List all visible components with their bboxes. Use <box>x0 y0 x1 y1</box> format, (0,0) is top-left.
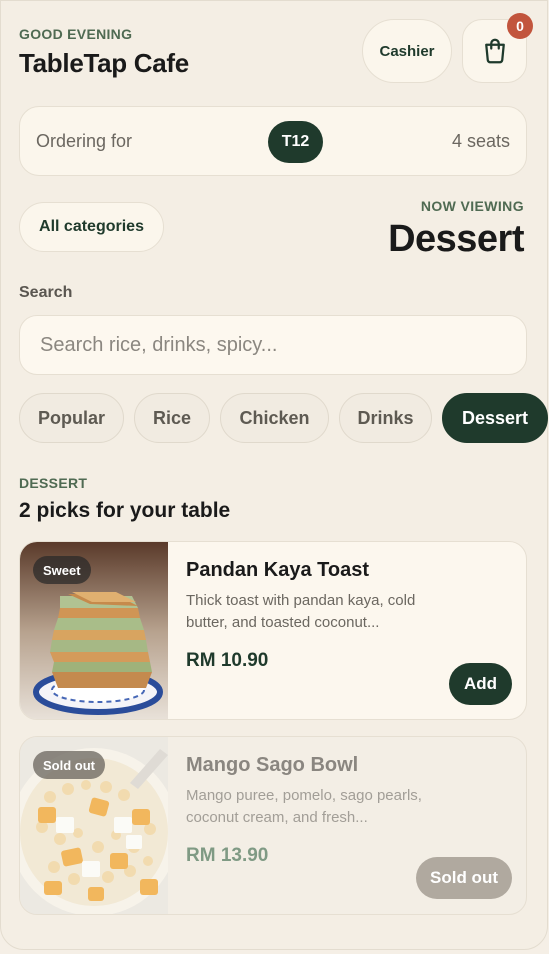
menu-item-card: Sold out Mango Sago Bowl Mango puree, po… <box>19 736 527 915</box>
item-description: Thick toast with pandan kaya, cold butte… <box>186 592 416 631</box>
seats-count: 4 seats <box>451 131 510 151</box>
sold-out-badge: Sold out <box>33 751 105 779</box>
item-name: Pandan Kaya Toast <box>186 559 370 581</box>
search-input[interactable] <box>19 315 527 375</box>
chip-popular[interactable]: Popular <box>19 393 124 443</box>
chip-rice[interactable]: Rice <box>134 393 210 443</box>
chip-dessert[interactable]: Dessert <box>442 393 548 443</box>
menu-item-card[interactable]: Sweet Pandan Kaya Toast Thick toast with… <box>19 541 527 720</box>
ordering-card: Ordering for T12 4 seats <box>19 106 527 176</box>
item-price: RM 13.90 <box>186 845 269 866</box>
shopping-bag-icon <box>484 38 505 64</box>
item-badge: Sweet <box>33 556 91 584</box>
item-description: Mango puree, pomelo, sago pearls, coconu… <box>186 787 422 826</box>
header: GOOD EVENING TableTap Cafe <box>19 26 189 79</box>
app-title: TableTap Cafe <box>19 48 189 78</box>
ordering-label: Ordering for <box>36 131 133 151</box>
section-eyebrow: DESSERT <box>19 475 88 491</box>
current-category-title: Dessert <box>388 218 524 260</box>
section-title: 2 picks for your table <box>19 499 231 522</box>
cashier-button[interactable]: Cashier <box>362 19 452 83</box>
app-frame: GOOD EVENING TableTap Cafe Cashier 0 Ord… <box>0 0 548 950</box>
now-viewing-label: NOW VIEWING <box>420 198 524 214</box>
cart-count-badge: 0 <box>507 13 533 39</box>
table-chip[interactable]: T12 <box>268 121 323 163</box>
all-categories-button[interactable]: All categories <box>19 202 164 252</box>
sold-out-button: Sold out <box>416 857 512 899</box>
chip-chicken[interactable]: Chicken <box>220 393 329 443</box>
item-name: Mango Sago Bowl <box>186 754 359 776</box>
chip-drinks[interactable]: Drinks <box>339 393 432 443</box>
search-label: Search <box>19 284 73 301</box>
add-button[interactable]: Add <box>449 663 512 705</box>
greeting: GOOD EVENING <box>19 26 133 42</box>
item-price: RM 10.90 <box>186 650 269 671</box>
